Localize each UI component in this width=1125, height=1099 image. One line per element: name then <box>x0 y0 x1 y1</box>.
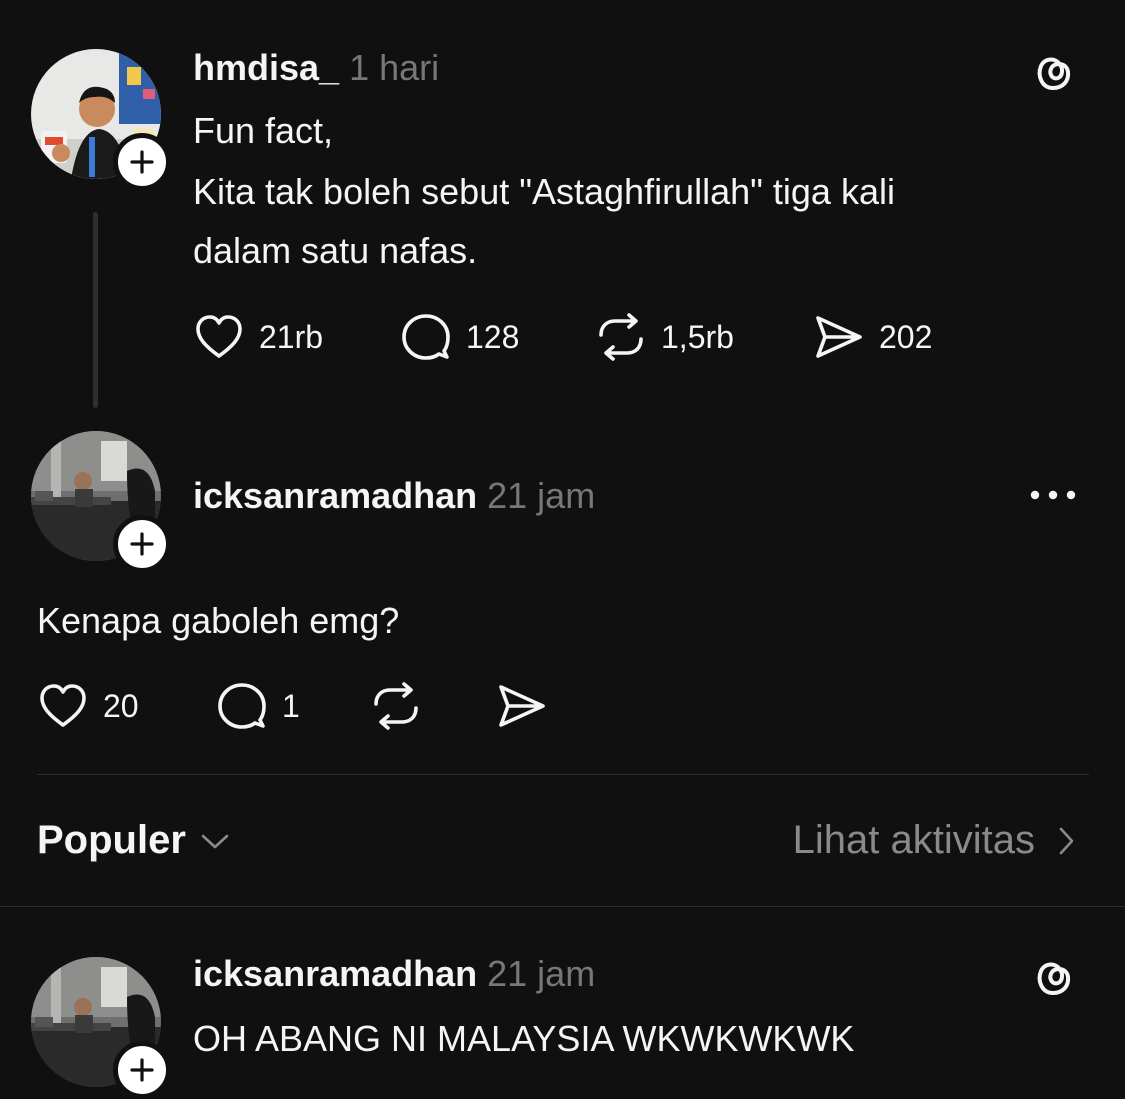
like-button[interactable]: 21rb <box>193 309 323 365</box>
username[interactable]: icksanramadhan <box>193 475 477 516</box>
chevron-right-icon <box>1059 827 1074 854</box>
plus-icon <box>130 1058 154 1082</box>
post-text-line-1: Fun fact, <box>193 110 334 151</box>
reply-count: 128 <box>466 318 520 355</box>
reply-button[interactable]: 1 <box>216 678 300 734</box>
share-count: 202 <box>879 318 933 355</box>
sort-label: Populer <box>37 818 186 862</box>
plus-icon <box>130 532 154 556</box>
post-time: 21 jam <box>487 953 596 994</box>
chevron-down-icon <box>201 834 229 848</box>
repost-button[interactable] <box>370 678 422 734</box>
post-header: hmdisa_ 1 hari <box>193 50 439 86</box>
reply-header: icksanramadhan 21 jam <box>193 478 595 514</box>
post-time: 1 hari <box>349 47 440 88</box>
heart-icon <box>40 684 86 727</box>
reply-button[interactable]: 128 <box>400 309 519 365</box>
send-icon <box>816 316 862 358</box>
comment-icon <box>218 683 266 729</box>
follow-button[interactable] <box>113 515 171 573</box>
like-button[interactable]: 20 <box>37 678 139 734</box>
thread-line <box>93 212 98 408</box>
more-options-icon[interactable] <box>1029 485 1077 510</box>
send-icon <box>499 685 545 727</box>
post-header: icksanramadhan 21 jam <box>193 956 595 992</box>
like-count: 21rb <box>259 318 324 355</box>
share-button[interactable] <box>496 678 548 734</box>
repost-icon <box>374 682 418 730</box>
threads-logo-icon[interactable] <box>1030 953 1076 1004</box>
heart-icon <box>196 315 242 358</box>
view-activity-link[interactable]: Lihat aktivitas <box>793 818 1075 863</box>
sort-dropdown[interactable]: Populer <box>37 818 230 863</box>
view-activity-label: Lihat aktivitas <box>792 818 1035 862</box>
repost-icon <box>599 313 643 361</box>
plus-icon <box>130 150 154 174</box>
post-text-line-3: dalam satu nafas. <box>193 230 478 271</box>
follow-button[interactable] <box>113 133 171 191</box>
follow-button[interactable] <box>113 1041 171 1099</box>
divider <box>0 906 1125 907</box>
post-text-line-2: Kita tak boleh sebut "Astaghfirullah" ti… <box>193 171 895 212</box>
repost-button[interactable]: 1,5rb <box>595 309 734 365</box>
username[interactable]: icksanramadhan <box>193 953 477 994</box>
post-time: 21 jam <box>487 475 596 516</box>
like-count: 20 <box>103 687 139 724</box>
share-button[interactable]: 202 <box>813 309 932 365</box>
repost-count: 1,5rb <box>661 318 734 355</box>
comment-icon <box>402 314 450 360</box>
divider <box>37 774 1089 775</box>
reply-text: Kenapa gaboleh emg? <box>37 600 400 641</box>
threads-logo-icon[interactable] <box>1030 48 1076 99</box>
post-text: OH ABANG NI MALAYSIA WKWKWKWK <box>193 1018 855 1059</box>
username[interactable]: hmdisa_ <box>193 47 339 88</box>
reply-count: 1 <box>282 687 300 724</box>
